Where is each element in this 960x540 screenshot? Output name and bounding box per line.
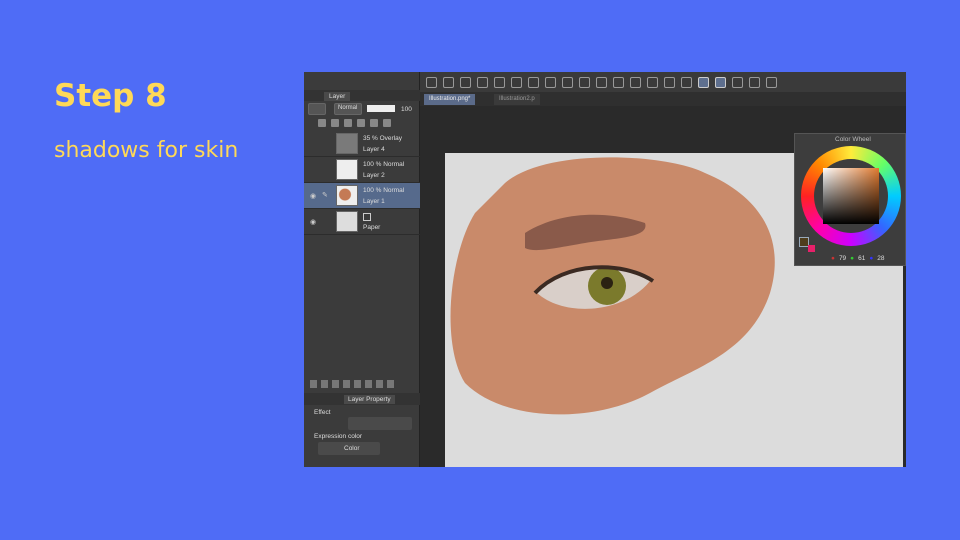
- layer-color-select[interactable]: [308, 103, 326, 115]
- layer-thumbnail: [336, 185, 358, 206]
- layer-thumbnail: [336, 159, 358, 180]
- layer-row-selected[interactable]: ◉ ✎ 100 % Normal Layer 1: [304, 183, 420, 209]
- export-icon[interactable]: [494, 76, 505, 88]
- lock-icon[interactable]: [357, 119, 365, 127]
- opacity-slider[interactable]: [367, 105, 395, 112]
- color-wheel-panel: Color Wheel ● 79 ● 61 ● 28: [794, 133, 906, 266]
- effect-buttons[interactable]: [348, 417, 412, 430]
- snap-grid-icon[interactable]: [732, 76, 743, 88]
- help-icon[interactable]: [766, 76, 777, 88]
- saturation-box[interactable]: [823, 168, 879, 224]
- undo-icon[interactable]: [545, 76, 556, 88]
- red-dot: ●: [831, 255, 835, 262]
- paper-icon: [363, 213, 371, 221]
- invert-icon[interactable]: [664, 76, 675, 88]
- blend-mode-select[interactable]: Normal: [334, 103, 362, 115]
- blue-value: 28: [877, 255, 885, 262]
- settings-icon[interactable]: [749, 76, 760, 88]
- new-raster-icon[interactable]: [310, 380, 317, 388]
- pen-icon: ✎: [322, 192, 328, 199]
- deselect-icon[interactable]: [647, 76, 658, 88]
- clip-icon[interactable]: [318, 119, 326, 127]
- palette-icon[interactable]: [383, 119, 391, 127]
- apply-mask-icon[interactable]: [376, 380, 383, 388]
- pupil: [601, 277, 613, 289]
- layer-name: Layer 2: [363, 172, 385, 179]
- layer-thumbnail: [336, 133, 358, 154]
- snap-ruler-icon[interactable]: [698, 76, 709, 88]
- folder-icon[interactable]: [332, 380, 339, 388]
- open-icon[interactable]: [460, 76, 471, 88]
- hue-ring[interactable]: [801, 146, 901, 246]
- new-vector-icon[interactable]: [321, 380, 328, 388]
- new-icon[interactable]: [443, 76, 454, 88]
- step-title: Step 8: [54, 78, 167, 114]
- snap-special-icon[interactable]: [715, 76, 726, 88]
- command-bar: [420, 72, 906, 92]
- export-icon[interactable]: [511, 76, 522, 88]
- save-icon[interactable]: [477, 76, 488, 88]
- layer-property-tab[interactable]: Layer Property: [304, 393, 420, 405]
- app-icon[interactable]: [426, 76, 437, 88]
- trash-icon[interactable]: [387, 380, 394, 388]
- layer-mode: 100 % Normal: [363, 187, 405, 194]
- border-icon[interactable]: [681, 76, 692, 88]
- red-value: 79: [838, 255, 847, 262]
- panel-title: Color Wheel: [835, 136, 871, 143]
- draft-icon[interactable]: [344, 119, 352, 127]
- blue-dot: ●: [869, 255, 874, 262]
- transform-icon[interactable]: [630, 76, 641, 88]
- layer-row[interactable]: 100 % Normal Layer 2: [304, 157, 420, 183]
- layer-panel-tab[interactable]: Layer: [304, 90, 420, 101]
- green-dot: ●: [850, 255, 855, 262]
- sub-color-swatch[interactable]: [808, 245, 815, 252]
- layer-row[interactable]: ◉ Paper: [304, 209, 420, 235]
- layer-mode: 100 % Normal: [363, 161, 405, 168]
- mask-icon[interactable]: [365, 380, 372, 388]
- tab-label: Layer: [324, 92, 351, 101]
- green-value: 61: [858, 255, 866, 262]
- tab-illustration[interactable]: Illustration.png*: [424, 94, 476, 105]
- expression-color-label: Expression color: [314, 433, 363, 440]
- eye-icon[interactable]: ◉: [310, 192, 316, 200]
- crop-icon[interactable]: [596, 76, 607, 88]
- tab-label: Layer Property: [344, 395, 395, 404]
- layer-actions: [310, 380, 394, 388]
- effect-label: Effect: [314, 409, 331, 416]
- ref-icon[interactable]: [331, 119, 339, 127]
- fill-icon[interactable]: [613, 76, 624, 88]
- layer-mode: 35 % Overlay: [363, 135, 403, 142]
- tab-illustration2[interactable]: Illustration2.p: [494, 94, 540, 105]
- layer-name: Layer 4: [363, 146, 385, 153]
- step-subtitle: shadows for skin: [54, 138, 239, 163]
- copy-icon[interactable]: [354, 380, 361, 388]
- layer-tools: [318, 119, 391, 127]
- document-tabs: Illustration.png* Illustration2.p: [420, 92, 906, 106]
- export-icon[interactable]: [528, 76, 539, 88]
- layer-thumbnail: [336, 211, 358, 232]
- app-screenshot: Layer Normal 100 35 % Overlay Layer 4 10…: [304, 72, 906, 467]
- merge-icon[interactable]: [343, 380, 350, 388]
- clear-icon[interactable]: [579, 76, 590, 88]
- layer-name: Paper: [363, 224, 381, 231]
- eye-icon[interactable]: ◉: [310, 218, 316, 226]
- redo-icon[interactable]: [562, 76, 573, 88]
- layer-name: Layer 1: [363, 198, 385, 205]
- layer-row[interactable]: 35 % Overlay Layer 4: [304, 131, 420, 157]
- expression-color-select[interactable]: Color: [318, 442, 380, 455]
- layer-panel: Layer Normal 100 35 % Overlay Layer 4 10…: [304, 72, 420, 467]
- mask-icon[interactable]: [370, 119, 378, 127]
- opacity-value[interactable]: 100: [401, 106, 412, 113]
